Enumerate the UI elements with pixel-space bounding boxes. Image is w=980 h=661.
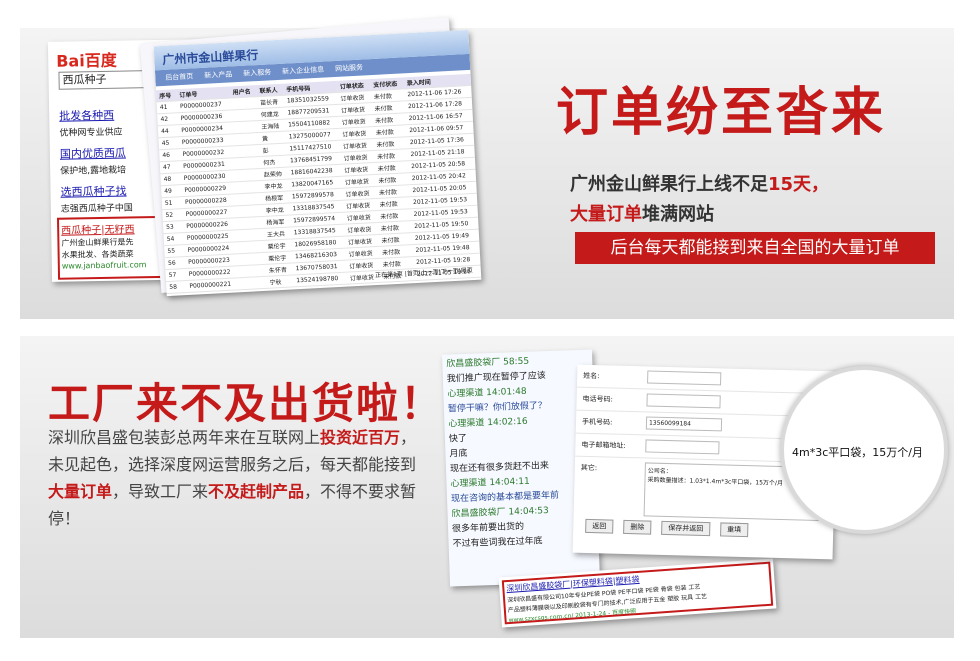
result-3-desc: 志强西瓜种子中国 [60, 203, 133, 215]
tab-company[interactable]: 新入企业信息 [278, 63, 329, 78]
name-input[interactable] [647, 370, 722, 386]
phone-label: 电话号码: [582, 394, 614, 404]
email-input[interactable] [645, 439, 720, 455]
magnifier-circle: 4m*3c平口袋，15万个/月 [780, 366, 948, 534]
baidu-logo: Bai百度 [56, 50, 117, 71]
table-cell: 42 [157, 112, 178, 126]
top-line-2: 大量订单堆满网站 [570, 200, 714, 226]
table-cell: 44 [157, 124, 179, 138]
para-3: ，导致工厂来 [112, 482, 209, 501]
table-cell: 47 [159, 160, 181, 174]
other-label: 其它: [580, 463, 598, 473]
table-cell: 53 [162, 220, 184, 234]
back-button[interactable]: 返回 [585, 518, 614, 534]
tab-website[interactable]: 网站服务 [331, 61, 368, 75]
magnifier-text: 4m*3c平口袋，15万个/月 [792, 446, 923, 459]
table-cell: 54 [163, 232, 185, 246]
tab-home[interactable]: 后台首页 [161, 70, 198, 84]
result-1-desc: 优种网专业供应 [59, 127, 123, 139]
table-cell: 49 [160, 184, 182, 198]
save-return-button[interactable]: 保存并返回 [661, 520, 711, 537]
mobile-label: 手机号码: [581, 417, 613, 427]
top-line-1: 广州金山鲜果行上线不足15天， [570, 170, 829, 196]
table-cell: 57 [165, 268, 187, 282]
orders-table: 序号 订单号 用户名 联系人 手机号码 订单状态 支付状态 录入时间 41 P000000023… [155, 73, 482, 297]
table-cell: 41 [156, 100, 178, 114]
table-cell: 48 [160, 172, 182, 186]
para-hl-2: 大量订单 [48, 482, 113, 501]
bottom-headline: 工厂来不及出货啦！ [48, 379, 445, 428]
table-cell: 52 [162, 208, 183, 222]
top-banner: 后台每天都能接到来自全国的大量订单 [575, 232, 935, 264]
reset-button[interactable]: 重填 [720, 522, 749, 538]
result-2-title[interactable]: 国内优质西瓜 [60, 145, 126, 162]
admin-title: 广州市金山鲜果行 [162, 47, 259, 67]
result-1-title[interactable]: 批发各种西 [59, 107, 114, 124]
line2-highlight: 大量订单 [570, 204, 642, 225]
name-label: 姓名: [583, 371, 600, 381]
table-cell: 51 [161, 196, 183, 210]
table-cell: 45 [158, 136, 180, 150]
bottom-paragraph: 深圳欣昌盛包装彭总两年来在互联网上投资近百万，未见起色，选择深度网运营服务之后，… [48, 424, 418, 532]
para-1: 深圳欣昌盛包装彭总两年来在互联网上 [48, 428, 321, 447]
email-label: 电子邮箱地址: [581, 440, 626, 450]
result-2-desc: 保护地,露地栽培 [60, 165, 127, 177]
result-3-title[interactable]: 选西瓜种子找 [60, 183, 126, 200]
para-hl-1: 投资近百万 [320, 428, 401, 447]
delete-button[interactable]: 删除 [623, 519, 652, 535]
line2-suffix: 堆满网站 [642, 204, 714, 225]
phone-input[interactable] [646, 393, 721, 409]
para-hl-3: 不及赶制产品 [208, 482, 305, 501]
line1-prefix: 广州金山鲜果行上线不足 [570, 174, 768, 195]
table-cell: 58 [165, 280, 187, 294]
table-cell: 55 [164, 244, 185, 258]
admin-screenshot: 广州市金山鲜果行 后台首页 新入产品 新入服务 新入企业信息 网站服务 序号 订单… [153, 29, 482, 297]
table-cell: 46 [159, 148, 180, 162]
top-headline: 订单纷至沓来 [556, 83, 887, 143]
line1-highlight: 15天， [768, 174, 830, 195]
tab-products[interactable]: 新入产品 [200, 68, 237, 82]
table-cell: 56 [164, 256, 186, 270]
tab-services[interactable]: 新入服务 [239, 66, 276, 80]
mobile-input[interactable]: 13560099184 [645, 416, 723, 432]
